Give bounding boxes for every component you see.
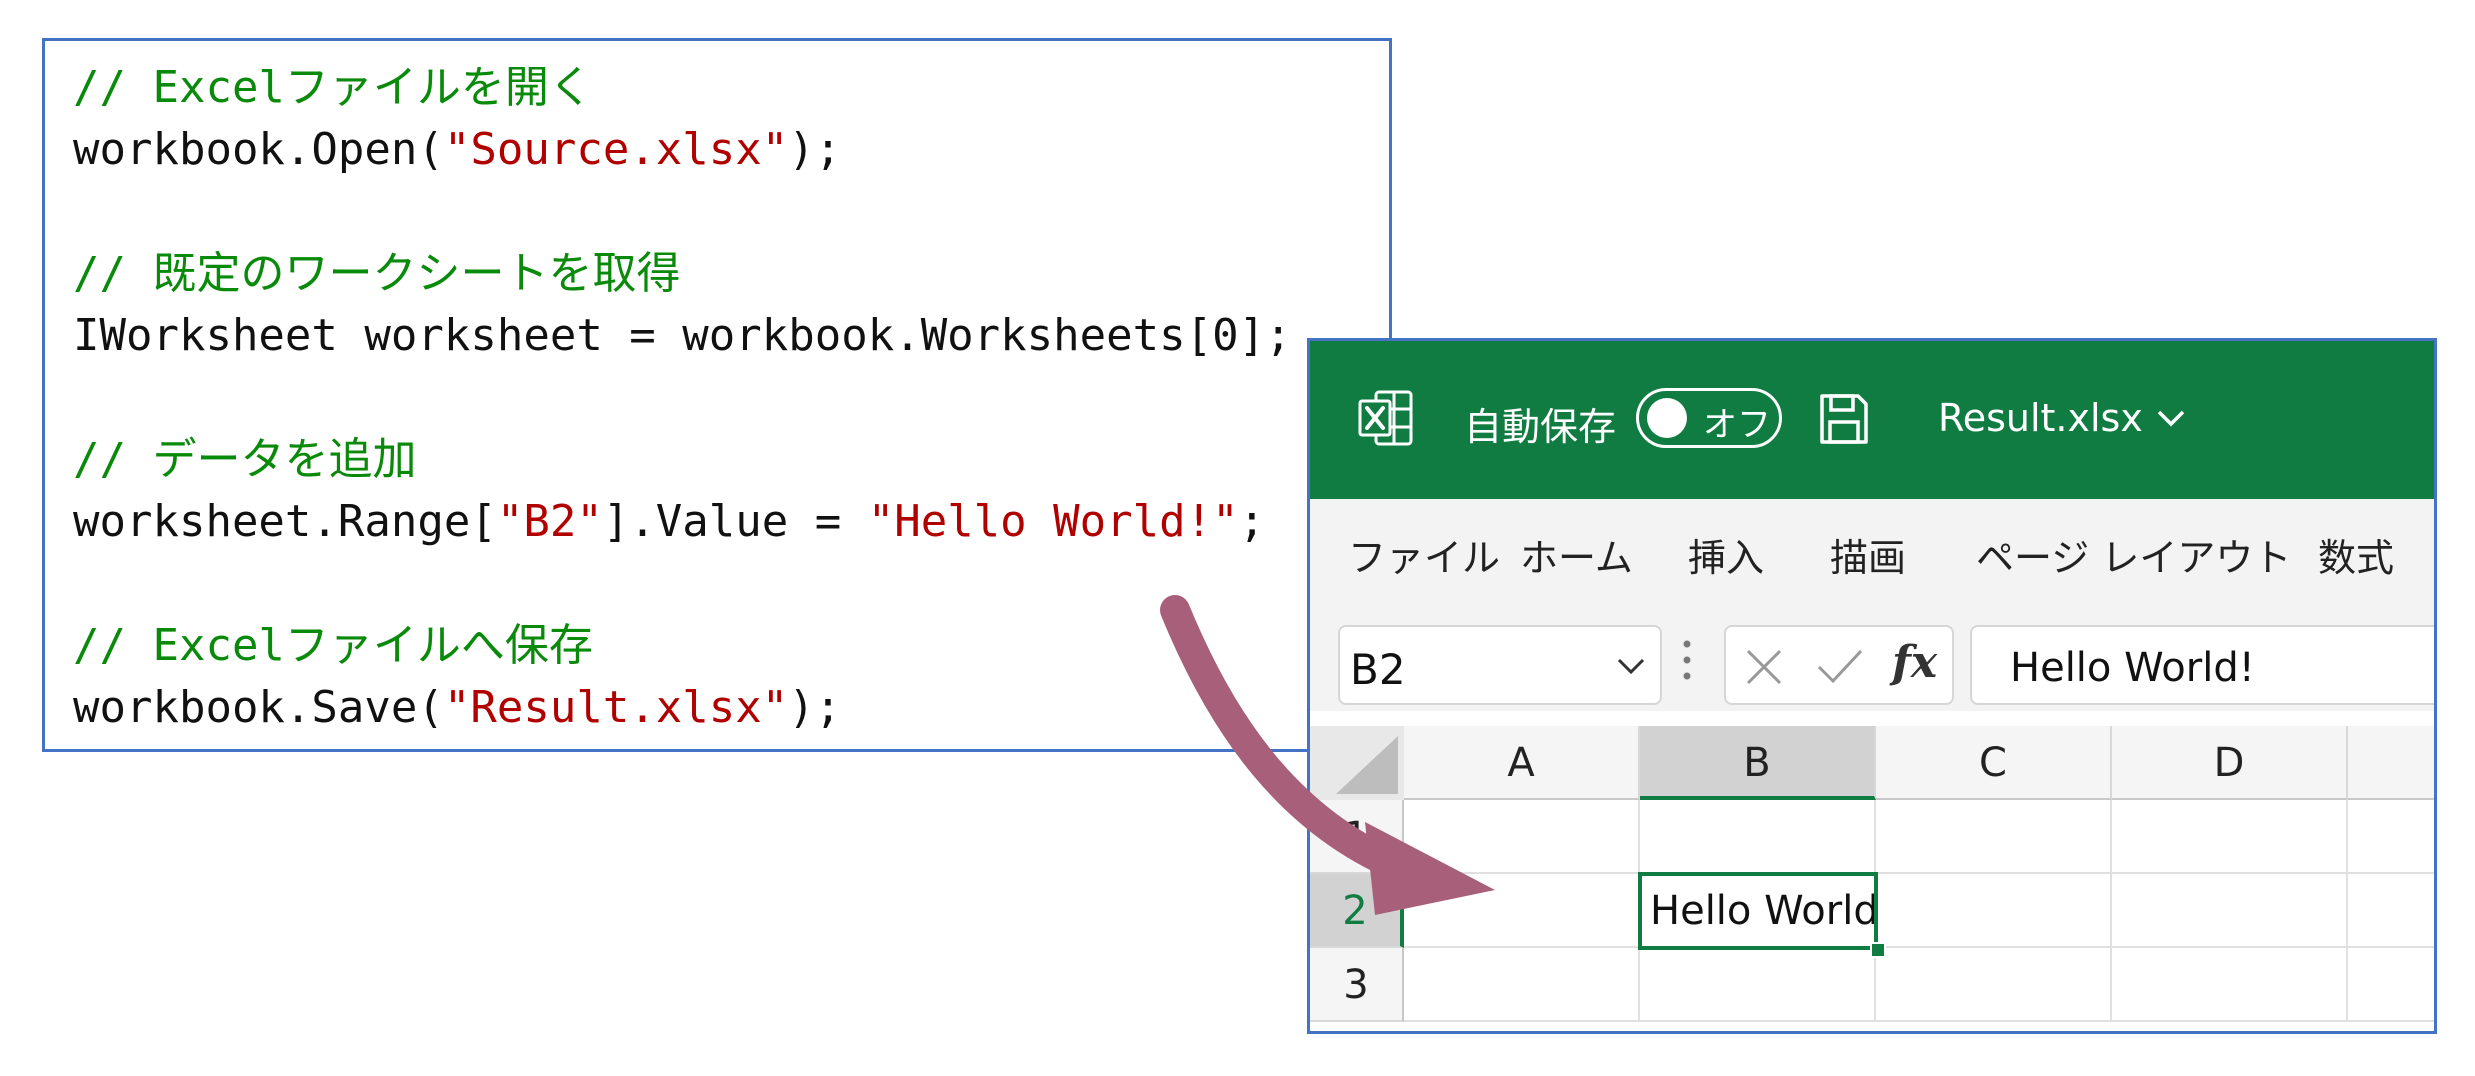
formula-value: Hello World! (2010, 645, 2255, 691)
ribbon-tabs: ファイル ホーム 挿入 描画 ページ レイアウト 数式 (1310, 499, 2434, 599)
code-text: ; (1238, 496, 1266, 547)
cell-b1[interactable] (1640, 800, 1876, 874)
column-header-b[interactable]: B (1640, 726, 1876, 800)
cell-e3[interactable] (2348, 948, 2434, 1022)
fill-handle[interactable] (1870, 942, 1886, 958)
cell-e2[interactable] (2348, 874, 2434, 948)
save-icon[interactable] (1818, 392, 1870, 446)
cell-c3[interactable] (1876, 948, 2112, 1022)
toggle-knob (1647, 398, 1687, 438)
row-header-3[interactable]: 3 (1310, 948, 1404, 1022)
tab-draw[interactable]: 描画 (1830, 527, 1906, 582)
cell-d1[interactable] (2112, 800, 2348, 874)
cell-d3[interactable] (2112, 948, 2348, 1022)
cell-a3[interactable] (1404, 948, 1640, 1022)
autosave-label: 自動保存 (1464, 405, 1617, 449)
file-name[interactable]: Result.xlsx (1938, 396, 2143, 440)
code-comment: // データを追加 (73, 434, 417, 485)
code-text: workbook.Open( (73, 124, 444, 175)
cancel-icon[interactable] (1744, 647, 1784, 687)
cell-e1[interactable] (2348, 800, 2434, 874)
enter-check-icon[interactable] (1816, 647, 1864, 687)
curved-arrow-icon (1160, 595, 1495, 915)
tab-file[interactable]: ファイル (1348, 527, 1500, 582)
more-options-icon[interactable] (1682, 637, 1692, 683)
cell-c2[interactable] (1876, 874, 2112, 948)
formula-buttons: fx (1724, 625, 1954, 705)
code-line: workbook.Open("Source.xlsx"); (73, 119, 1361, 181)
tab-formulas[interactable]: 数式 (2318, 527, 2394, 582)
code-line: worksheet.Range["B2"].Value = "Hello Wor… (73, 491, 1361, 553)
active-cell-border (1638, 872, 1878, 950)
insert-function-icon[interactable]: fx (1892, 637, 1937, 688)
cell-b3[interactable] (1640, 948, 1876, 1022)
code-text: worksheet.Range[ (73, 496, 497, 547)
code-text: ].Value = (602, 496, 868, 547)
autosave-toggle[interactable]: オフ (1636, 388, 1782, 448)
code-string: "B2" (496, 496, 603, 547)
tab-page-layout[interactable]: ページ レイアウト (1976, 527, 2291, 582)
code-comment: // 既定のワークシートを取得 (73, 248, 681, 299)
code-string: "Result.xlsx" (443, 682, 789, 733)
chevron-down-icon[interactable] (1616, 655, 1646, 677)
code-line: IWorksheet worksheet = workbook.Workshee… (73, 310, 1292, 361)
formula-input[interactable]: Hello World! (1970, 625, 2434, 705)
code-text: ); (788, 682, 842, 733)
code-comment: // Excelファイルを開く (73, 62, 593, 113)
tab-home[interactable]: ホーム (1520, 527, 1633, 582)
code-text: ); (788, 124, 842, 175)
cell-d2[interactable] (2112, 874, 2348, 948)
column-header-d[interactable]: D (2112, 726, 2348, 800)
chevron-down-icon[interactable] (2156, 407, 2186, 429)
column-header-c[interactable]: C (1876, 726, 2112, 800)
code-string: "Hello World!" (867, 496, 1239, 547)
cell-c1[interactable] (1876, 800, 2112, 874)
excel-logo-icon (1358, 390, 1413, 446)
code-string: "Source.xlsx" (443, 124, 789, 175)
code-text: workbook.Save( (73, 682, 444, 733)
toggle-state: オフ (1703, 405, 1771, 445)
column-header-e[interactable] (2348, 726, 2434, 800)
tab-insert[interactable]: 挿入 (1688, 527, 1764, 582)
title-bar: 自動保存 オフ Result.xlsx (1310, 341, 2434, 499)
